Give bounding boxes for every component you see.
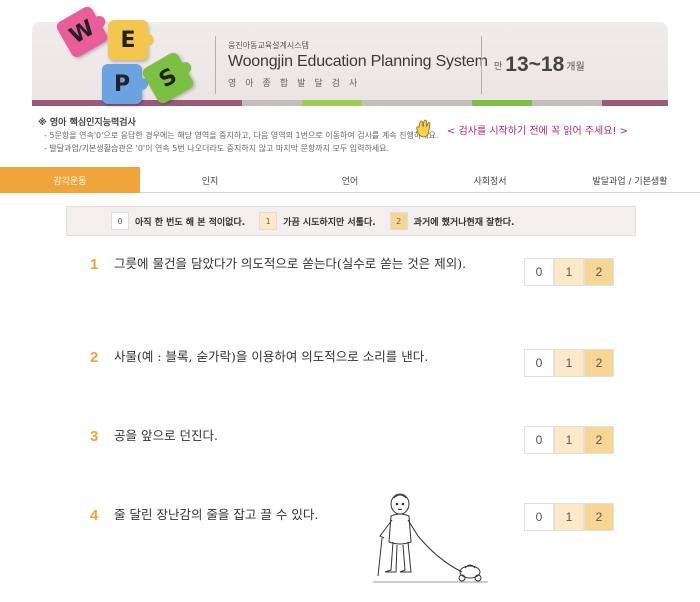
age-suffix: 개월 <box>566 61 585 73</box>
weps-logo: W E P S <box>50 2 200 110</box>
question-3: 3 공을 앞으로 던진다. <box>90 428 474 451</box>
title-block: 웅진아동교육설계시스템 Woongjin Education Planning … <box>215 36 488 94</box>
answer-2-button[interactable]: 2 <box>584 503 614 531</box>
logo-piece-w: W <box>54 4 110 60</box>
tab-language[interactable]: 언어 <box>280 167 420 193</box>
tab-cognition[interactable]: 인지 <box>140 167 280 193</box>
answer-2-button[interactable]: 2 <box>584 349 614 377</box>
instruction-line: - 발달과업/기본생활습관은 '0'이 연속 5번 나오더라도 중지하지 않고 … <box>44 144 390 153</box>
answer-2-button[interactable]: 2 <box>584 426 614 454</box>
category-tabs: 감각운동 인지 언어 사회정서 발달과업 / 기본생활 <box>0 167 700 193</box>
answer-1-button[interactable]: 1 <box>554 258 584 286</box>
question-number: 1 <box>90 256 99 273</box>
pointing-hand-icon <box>416 119 431 138</box>
question-text: 사물(예 : 블록, 숟가락)을 이용하여 의도적으로 소리를 낸다. <box>114 349 429 364</box>
answer-options-3: 0 1 2 <box>524 426 614 454</box>
answer-options-4: 0 1 2 <box>524 503 614 531</box>
legend-value-0: 0 <box>111 212 129 230</box>
answer-0-button[interactable]: 0 <box>524 426 554 454</box>
answer-options-1: 0 1 2 <box>524 258 614 286</box>
logo-piece-s: S <box>140 50 196 106</box>
question-number: 4 <box>90 507 99 524</box>
age-range: 13~18 <box>505 53 565 76</box>
logo-piece-p: P <box>102 64 148 104</box>
answer-0-button[interactable]: 0 <box>524 258 554 286</box>
legend-text-1: 가끔 시도하지만 서툴다. <box>283 217 376 228</box>
legend-value-1: 1 <box>259 212 278 230</box>
legend-item-2: 2 과거에 했거나현재 잘한다. <box>389 212 515 230</box>
answer-options-2: 0 1 2 <box>524 349 614 377</box>
answer-0-button[interactable]: 0 <box>524 349 554 377</box>
legend-text-2: 과거에 했거나현재 잘한다. <box>413 217 515 228</box>
question-2: 2 사물(예 : 블록, 숟가락)을 이용하여 의도적으로 소리를 낸다. <box>90 349 514 372</box>
question-text: 공을 앞으로 던진다. <box>114 428 218 443</box>
logo-piece-e: E <box>108 20 154 60</box>
answer-1-button[interactable]: 1 <box>554 426 584 454</box>
tab-sensory-motor[interactable]: 감각운동 <box>0 167 140 193</box>
read-before-start-link[interactable]: < 검사를 시작하기 전에 꼭 읽어 주세요! > <box>445 122 631 137</box>
age-range-block: 만 13~18 개월 <box>481 36 585 94</box>
legend-item-0: 0 아직 한 번도 해 본 적이없다. <box>111 212 245 230</box>
answer-0-button[interactable]: 0 <box>524 503 554 531</box>
test-subtitle: 영아종합발달검사 <box>228 79 367 89</box>
tab-developmental-tasks[interactable]: 발달과업 / 기본생활 <box>560 167 700 193</box>
legend-value-2: 2 <box>389 212 408 230</box>
question-number: 2 <box>90 349 99 366</box>
question-number: 3 <box>90 428 99 445</box>
score-legend: 0 아직 한 번도 해 본 적이없다. 1 가끔 시도하지만 서툴다. 2 과거… <box>66 206 636 236</box>
question-1: 1 그릇에 물건을 담았다가 의도적으로 쏟는다(실수로 쏟는 것은 제외). <box>90 256 474 279</box>
question-text: 그릇에 물건을 담았다가 의도적으로 쏟는다(실수로 쏟는 것은 제외). <box>114 256 467 271</box>
org-name: 웅진아동교육설계시스템 <box>228 41 309 50</box>
system-title: Woongjin Education Planning System <box>228 53 488 70</box>
age-prefix: 만 <box>494 61 503 72</box>
toddler-pulling-toy-illustration <box>373 493 488 583</box>
legend-text-0: 아직 한 번도 해 본 적이없다. <box>135 217 246 228</box>
legend-item-1: 1 가끔 시도하지만 서툴다. <box>259 212 376 230</box>
tab-social-emotional[interactable]: 사회정서 <box>420 167 560 193</box>
answer-1-button[interactable]: 1 <box>554 349 584 377</box>
answer-2-button[interactable]: 2 <box>584 258 614 286</box>
answer-1-button[interactable]: 1 <box>554 503 584 531</box>
